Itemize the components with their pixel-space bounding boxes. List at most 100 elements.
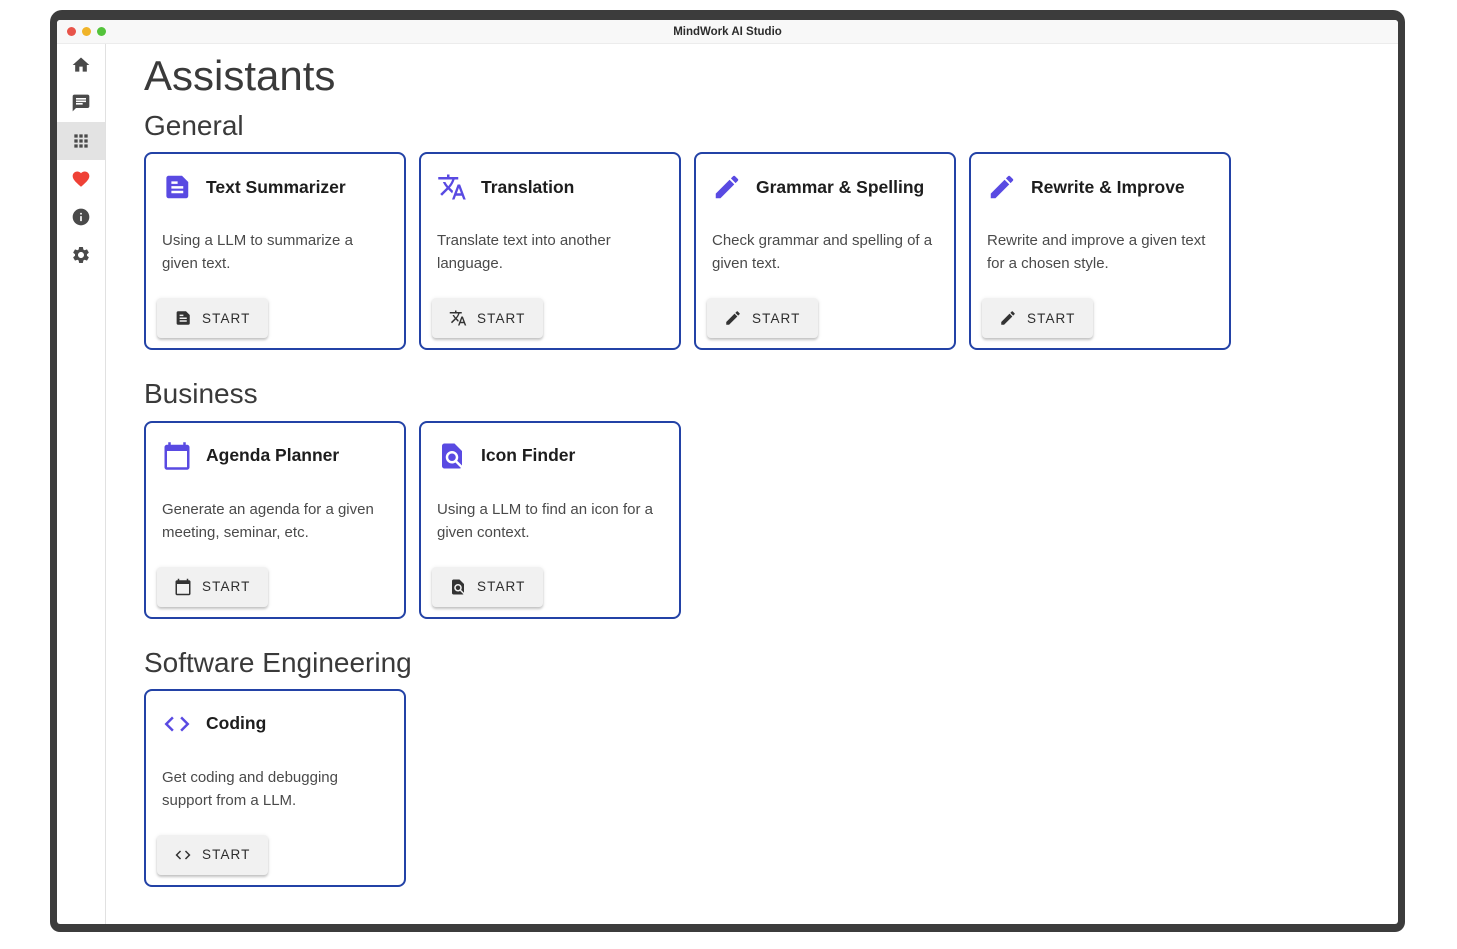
assistant-card-coding: Coding Get coding and debugging support …: [144, 689, 406, 887]
sidebar-item-chats[interactable]: [57, 84, 105, 122]
start-button-label: START: [477, 311, 526, 326]
card-header: Coding: [162, 709, 390, 739]
card-description: Rewrite and improve a given text for a c…: [987, 229, 1209, 275]
card-icon: [162, 709, 192, 739]
start-button-label: START: [202, 847, 251, 862]
card-title: Translation: [481, 177, 574, 198]
sections-container: General Text Summarizer Using a LLM to s…: [144, 110, 1398, 887]
app-window: MindWork AI Studio Assistants General Te…: [50, 10, 1405, 932]
assistant-card-text-summarizer: Text Summarizer Using a LLM to summarize…: [144, 152, 406, 350]
summarize-document-icon: [174, 309, 192, 327]
assistant-card-agenda-planner: Agenda Planner Generate an agenda for a …: [144, 421, 406, 619]
card-title: Agenda Planner: [206, 445, 339, 466]
pencil-icon: [987, 172, 1017, 202]
start-button-icon: [174, 309, 192, 327]
start-button-rewrite-improve[interactable]: START: [982, 298, 1093, 338]
card-description: Translate text into another language.: [437, 229, 659, 275]
card-header: Grammar & Spelling: [712, 172, 940, 202]
card-description: Check grammar and spelling of a given te…: [712, 229, 934, 275]
card-title: Coding: [206, 713, 266, 734]
home-icon: [71, 55, 91, 75]
chat-icon: [71, 93, 91, 113]
titlebar: MindWork AI Studio: [57, 20, 1398, 44]
card-icon: [437, 441, 467, 471]
section-title: Business: [144, 378, 1398, 410]
card-description: Using a LLM to find an icon for a given …: [437, 498, 659, 544]
start-button-label: START: [752, 311, 801, 326]
card-header: Text Summarizer: [162, 172, 390, 202]
app-body: Assistants General Text Summarizer Using…: [57, 44, 1398, 924]
assistant-card-icon-finder: Icon Finder Using a LLM to find an icon …: [419, 421, 681, 619]
window-title: MindWork AI Studio: [673, 26, 782, 38]
icon-search-icon: [437, 441, 467, 471]
icon-search-icon: [449, 578, 467, 596]
card-icon: [162, 172, 192, 202]
sidebar: [57, 44, 106, 924]
start-button-icon: [999, 309, 1017, 327]
window-content: MindWork AI Studio Assistants General Te…: [57, 20, 1398, 924]
card-icon: [712, 172, 742, 202]
card-header: Translation: [437, 172, 665, 202]
start-button-icon: [174, 578, 192, 596]
pencil-icon: [724, 309, 742, 327]
card-icon: [162, 441, 192, 471]
heart-icon: [71, 169, 91, 189]
info-icon: [71, 207, 91, 227]
start-button-icon: [449, 578, 467, 596]
sidebar-item-settings[interactable]: [57, 236, 105, 274]
section-general: General Text Summarizer Using a LLM to s…: [144, 110, 1398, 350]
sidebar-item-about[interactable]: [57, 198, 105, 236]
zoom-window-button[interactable]: [97, 27, 106, 36]
card-row: Agenda Planner Generate an agenda for a …: [144, 421, 1398, 619]
start-button-agenda-planner[interactable]: START: [157, 567, 268, 607]
code-icon: [174, 846, 192, 864]
page-title: Assistants: [144, 52, 1398, 100]
code-icon: [162, 709, 192, 739]
section-title: Software Engineering: [144, 647, 1398, 679]
pencil-icon: [999, 309, 1017, 327]
start-button-icon: [449, 309, 467, 327]
settings-gear-icon: [71, 245, 91, 265]
sidebar-item-favorites[interactable]: [57, 160, 105, 198]
assistant-card-rewrite-improve: Rewrite & Improve Rewrite and improve a …: [969, 152, 1231, 350]
assistant-card-translation: Translation Translate text into another …: [419, 152, 681, 350]
start-button-icon: [724, 309, 742, 327]
card-row: Coding Get coding and debugging support …: [144, 689, 1398, 887]
start-button-label: START: [202, 311, 251, 326]
start-button-coding[interactable]: START: [157, 835, 268, 875]
card-title: Text Summarizer: [206, 177, 346, 198]
card-icon: [987, 172, 1017, 202]
main-content: Assistants General Text Summarizer Using…: [106, 44, 1398, 924]
minimize-window-button[interactable]: [82, 27, 91, 36]
sidebar-item-assistants[interactable]: [57, 122, 105, 160]
apps-grid-icon: [71, 131, 91, 151]
card-title: Icon Finder: [481, 445, 575, 466]
section-software-engineering: Software Engineering Coding Get coding a…: [144, 647, 1398, 887]
start-button-icon: [174, 846, 192, 864]
card-description: Generate an agenda for a given meeting, …: [162, 498, 384, 544]
calendar-icon: [162, 441, 192, 471]
section-title: General: [144, 110, 1398, 142]
assistant-card-grammar-spelling: Grammar & Spelling Check grammar and spe…: [694, 152, 956, 350]
close-window-button[interactable]: [67, 27, 76, 36]
calendar-icon: [174, 578, 192, 596]
card-title: Grammar & Spelling: [756, 177, 924, 198]
traffic-lights: [67, 20, 106, 43]
pencil-icon: [712, 172, 742, 202]
start-button-label: START: [1027, 311, 1076, 326]
card-description: Using a LLM to summarize a given text.: [162, 229, 384, 275]
translate-icon: [449, 309, 467, 327]
start-button-text-summarizer[interactable]: START: [157, 298, 268, 338]
start-button-label: START: [477, 579, 526, 594]
start-button-label: START: [202, 579, 251, 594]
card-title: Rewrite & Improve: [1031, 177, 1185, 198]
start-button-icon-finder[interactable]: START: [432, 567, 543, 607]
card-header: Agenda Planner: [162, 441, 390, 471]
sidebar-item-home[interactable]: [57, 46, 105, 84]
start-button-grammar-spelling[interactable]: START: [707, 298, 818, 338]
start-button-translation[interactable]: START: [432, 298, 543, 338]
card-description: Get coding and debugging support from a …: [162, 766, 384, 812]
card-row: Text Summarizer Using a LLM to summarize…: [144, 152, 1398, 350]
section-business: Business Agenda Planner Generate an agen…: [144, 378, 1398, 618]
card-header: Icon Finder: [437, 441, 665, 471]
